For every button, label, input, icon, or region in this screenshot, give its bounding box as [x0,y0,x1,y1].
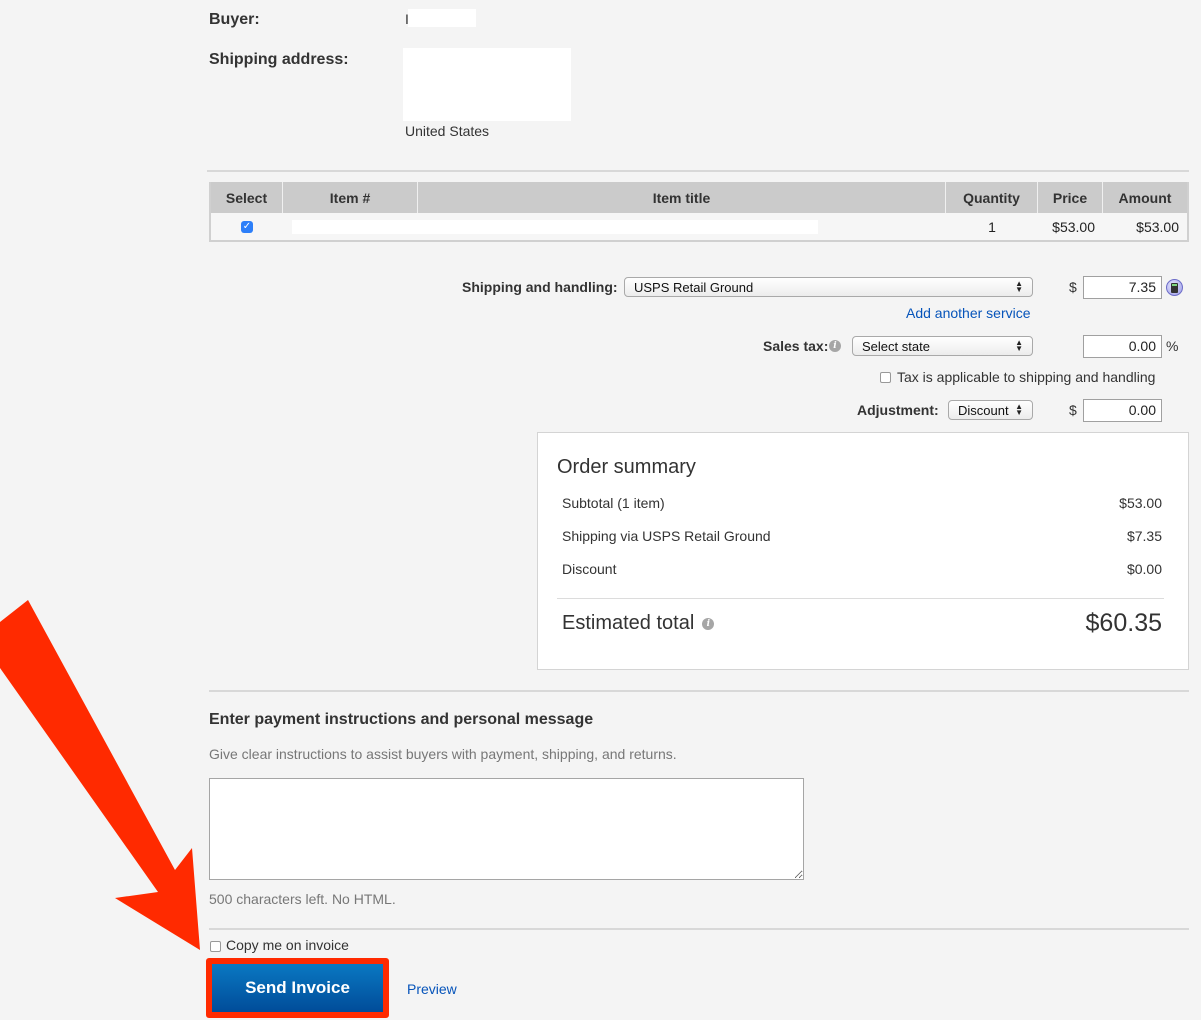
shipping-service-value: USPS Retail Ground [634,279,754,295]
copy-me-label: Copy me on invoice [226,937,349,953]
redacted-item-title [292,220,818,234]
add-another-service-link[interactable]: Add another service [906,305,1031,321]
send-invoice-highlight: Send Invoice [206,958,389,1018]
header-item-number: Item # [283,182,418,213]
redacted-address [403,48,571,121]
chars-left-text: 500 characters left. No HTML. [209,891,396,907]
header-select: Select [211,182,283,213]
summary-line-value: $0.00 [1126,561,1162,577]
select-arrows-icon: ▲ ▼ [1015,338,1023,353]
annotation-arrow-shape [0,600,200,950]
shipping-cost-input[interactable]: 7.35 [1083,276,1162,299]
divider [207,170,1189,172]
estimated-total-info-icon[interactable]: i [702,617,715,630]
summary-line-label: Subtotal (1 item) [562,495,665,511]
header-quantity: Quantity [946,182,1038,213]
select-arrows-icon: ▲ ▼ [1015,279,1023,294]
row-select-cell: ✓ [211,213,283,240]
shipping-country: United States [405,123,490,139]
message-heading: Enter payment instructions and personal … [209,711,594,728]
sales-tax-info-icon[interactable]: i [829,340,841,352]
adjustment-value-input[interactable]: 0.00 [1083,399,1162,422]
calculator-icon[interactable] [1166,279,1183,296]
order-summary-panel: Order summary Subtotal (1 item) $53.00 S… [537,432,1189,670]
summary-line-label: Discount [562,561,617,577]
estimated-total-label: Estimated total [562,612,695,634]
tax-shipping-checkbox[interactable] [880,372,891,383]
percent-sign: % [1166,338,1179,354]
divider [209,928,1189,930]
adjustment-type-value: Discount [958,402,1009,418]
message-hint: Give clear instructions to assist buyers… [209,746,677,762]
summary-line: Discount $0.00 [562,561,1162,577]
preview-link[interactable]: Preview [407,981,457,997]
summary-divider [557,598,1164,599]
buyer-label: Buyer: [209,11,260,28]
row-price: $53.00 [1052,218,1095,235]
shipping-service-select[interactable]: USPS Retail Ground ▲ ▼ [624,277,1033,297]
row-select-checkbox[interactable]: ✓ [241,220,253,233]
select-arrows-icon: ▲ ▼ [1015,402,1023,417]
summary-line-value: $7.35 [1126,528,1162,544]
sales-tax-rate-input[interactable]: 0.00 [1083,335,1162,358]
sales-tax-label: Sales tax: [763,338,829,354]
message-textarea[interactable] [209,778,804,880]
copy-me-checkbox[interactable] [210,941,221,952]
summary-line: Shipping via USPS Retail Ground $7.35 [562,528,1162,544]
sales-tax-state-value: Select state [862,338,930,354]
row-amount: $53.00 [1136,218,1179,235]
items-table-header: Select Item # Item title Quantity Price … [211,182,1187,213]
summary-line-value: $53.00 [1119,495,1162,511]
adjustment-label: Adjustment: [857,402,939,418]
shipping-handling-label: Shipping and handling: [462,279,618,295]
summary-total: Estimated total i $60.35 [562,609,1162,638]
summary-line: Subtotal (1 item) $53.00 [562,495,1162,511]
row-quantity: 1 [988,218,996,235]
send-invoice-button[interactable]: Send Invoice [212,964,383,1012]
estimated-total-value: $60.35 [1085,609,1162,637]
adjustment-type-select[interactable]: Discount ▲ ▼ [948,400,1033,420]
redacted-buyer [408,9,476,27]
tax-shipping-label: Tax is applicable to shipping and handli… [897,369,1156,385]
shipping-address-label: Shipping address: [209,51,349,68]
order-summary-title: Order summary [557,456,696,478]
shipping-currency: $ [1069,279,1077,295]
adjustment-currency: $ [1069,402,1077,418]
divider [209,690,1189,692]
sales-tax-state-select[interactable]: Select state ▲ ▼ [852,336,1033,356]
header-amount: Amount [1118,189,1172,206]
header-item-title: Item title [418,182,946,213]
header-price: Price [1038,182,1103,213]
summary-line-label: Shipping via USPS Retail Ground [562,528,771,544]
